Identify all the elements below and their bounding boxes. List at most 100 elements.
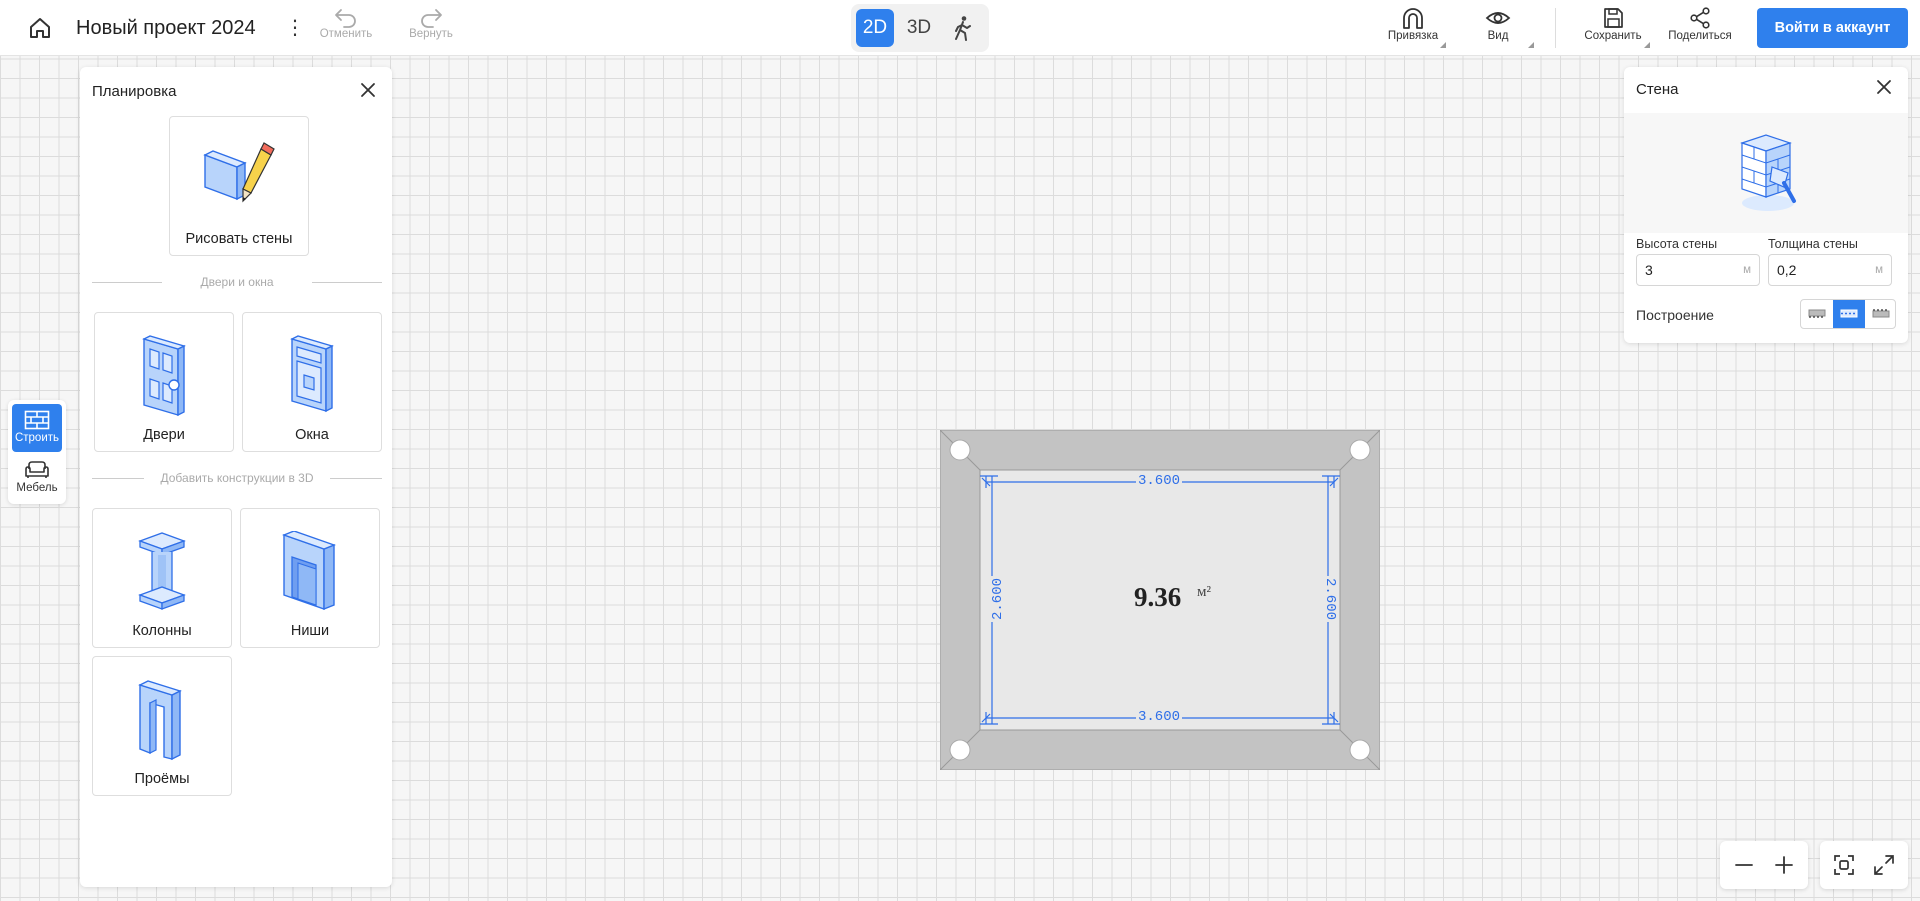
toolbar-divider — [1555, 8, 1556, 48]
close-icon[interactable] — [1874, 77, 1894, 97]
wall-thickness-input[interactable]: 0,2 м — [1768, 254, 1892, 286]
share-label: Поделиться — [1668, 30, 1732, 42]
magnet-icon — [1403, 8, 1423, 29]
wall-outer-icon — [1872, 309, 1890, 318]
undo-button[interactable]: Отменить — [318, 6, 374, 40]
room-area-value: 9.36 — [1134, 582, 1182, 612]
niche-icon — [282, 531, 336, 611]
view-label: Вид — [1487, 30, 1509, 42]
corner-handle[interactable] — [949, 439, 971, 461]
wall-pencil-icon — [203, 142, 275, 203]
corner-handle[interactable] — [1349, 439, 1371, 461]
wall-height-unit: м — [1743, 264, 1751, 276]
login-button[interactable]: Войти в аккаунт — [1757, 8, 1908, 48]
view-button[interactable]: Вид — [1476, 6, 1534, 48]
niches-label: Ниши — [290, 623, 330, 639]
view-controls — [1820, 841, 1908, 889]
layout-panel: Планировка Рисовать стены Двери и окна Д… — [80, 67, 392, 887]
view-mode-toggle: 2D 3D — [851, 4, 989, 52]
openings-label: Проёмы — [134, 771, 190, 787]
wall-illustration — [1624, 113, 1908, 233]
dimension-top[interactable]: 3.600 — [1136, 474, 1183, 488]
home-icon[interactable] — [26, 14, 54, 42]
room-area-unit: м² — [1197, 584, 1211, 600]
windows-card[interactable]: Окна — [242, 312, 382, 452]
panel-title: Планировка — [92, 83, 177, 100]
view-3d-button[interactable]: 3D — [900, 9, 938, 47]
dropdown-corner-icon — [1440, 42, 1446, 48]
fullscreen-icon[interactable] — [1872, 853, 1896, 877]
build-mode-label: Построение — [1636, 307, 1714, 323]
top-bar: Новый проект 2024 ⋮ Отменить Вернуть 2D … — [0, 0, 1920, 56]
save-icon — [1604, 8, 1623, 28]
redo-button[interactable]: Вернуть — [403, 6, 459, 40]
opening-icon — [138, 680, 182, 761]
corner-handle[interactable] — [949, 739, 971, 761]
undo-icon — [335, 9, 356, 28]
undo-label: Отменить — [319, 28, 373, 40]
height-label: Высота стены — [1636, 237, 1718, 251]
eye-icon — [1485, 12, 1511, 24]
build-outer-button[interactable] — [1865, 300, 1895, 328]
column-icon — [138, 532, 186, 610]
save-button[interactable]: Сохранить — [1578, 6, 1650, 48]
wall-panel-title: Стена — [1636, 81, 1679, 98]
wall-inner-icon — [1808, 309, 1826, 318]
brick-wall-icon — [24, 410, 50, 430]
dimension-bottom[interactable]: 3.600 — [1136, 710, 1183, 724]
close-icon[interactable] — [358, 80, 378, 100]
tab-furniture-label: Мебель — [16, 482, 58, 494]
doors-card[interactable]: Двери — [94, 312, 234, 452]
dropdown-corner-icon — [1644, 42, 1650, 48]
build-mode-group — [1800, 299, 1896, 329]
wall-height-input[interactable]: 3 м — [1636, 254, 1760, 286]
build-inner-button[interactable] — [1801, 300, 1833, 328]
redo-icon — [421, 9, 442, 28]
columns-label: Колонны — [132, 623, 192, 639]
zoom-in-icon[interactable] — [1772, 853, 1796, 877]
dimension-right[interactable]: 2.600 — [1322, 575, 1338, 623]
openings-card[interactable]: Проёмы — [92, 656, 232, 796]
share-icon — [1690, 7, 1710, 29]
wall-center-icon — [1840, 309, 1858, 318]
windows-label: Окна — [295, 427, 329, 443]
zoom-controls — [1720, 841, 1808, 889]
view-2d-button[interactable]: 2D — [856, 9, 894, 47]
sofa-icon — [25, 461, 49, 478]
section-title: Добавить конструкции в 3D — [160, 471, 314, 485]
window-icon — [290, 335, 334, 413]
columns-card[interactable]: Колонны — [92, 508, 232, 648]
zoom-out-icon[interactable] — [1732, 853, 1756, 877]
share-button[interactable]: Поделиться — [1662, 6, 1738, 42]
section-divider: Добавить конструкции в 3D — [92, 471, 382, 485]
wall-thickness-unit: м — [1875, 264, 1883, 276]
fit-to-screen-icon[interactable] — [1832, 853, 1856, 877]
tab-furniture[interactable]: Мебель — [12, 454, 62, 502]
save-label: Сохранить — [1584, 30, 1642, 42]
wall-thickness-value: 0,2 — [1777, 262, 1797, 278]
snap-label: Привязка — [1387, 30, 1439, 42]
thickness-label: Толщина стены — [1768, 237, 1858, 251]
niches-card[interactable]: Ниши — [240, 508, 380, 648]
side-tabs: Строить Мебель — [8, 400, 66, 504]
doors-label: Двери — [143, 427, 185, 443]
redo-label: Вернуть — [409, 28, 453, 40]
tab-build[interactable]: Строить — [12, 404, 62, 452]
draw-walls-card[interactable]: Рисовать стены — [169, 116, 309, 256]
project-title[interactable]: Новый проект 2024 — [76, 17, 256, 40]
draw-walls-label: Рисовать стены — [185, 231, 293, 247]
wall-properties-panel: Стена Высота стены 3 м Толщина стены 0,2… — [1624, 67, 1908, 343]
build-center-button[interactable] — [1833, 300, 1865, 328]
door-icon — [142, 335, 186, 417]
section-divider: Двери и окна — [92, 275, 382, 289]
dropdown-corner-icon — [1528, 42, 1534, 48]
tab-build-label: Строить — [14, 432, 60, 444]
walk-mode-icon[interactable] — [944, 9, 982, 47]
corner-handle[interactable] — [1349, 739, 1371, 761]
dimension-left[interactable]: 2.600 — [990, 575, 1006, 623]
wall-height-value: 3 — [1645, 262, 1653, 278]
more-menu-icon[interactable]: ⋮ — [285, 14, 305, 42]
section-title: Двери и окна — [200, 275, 274, 289]
brick-trowel-icon — [1740, 134, 1796, 211]
snap-button[interactable]: Привязка — [1378, 6, 1448, 48]
